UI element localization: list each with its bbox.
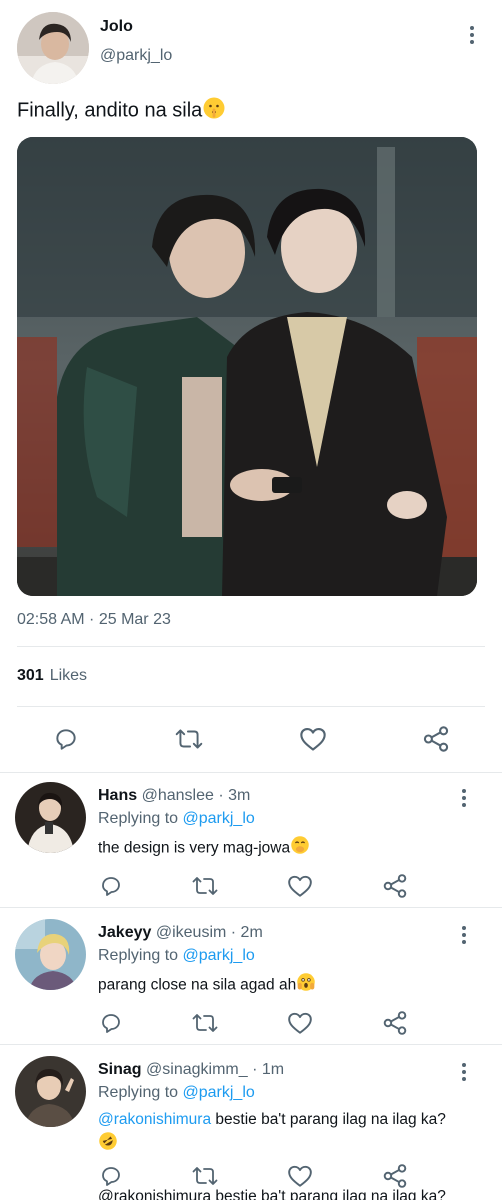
reply-handle-time[interactable]: @hanslee · 3m — [142, 787, 251, 804]
avatar[interactable] — [15, 1056, 86, 1127]
replying-to: Replying to @parkj_lo — [98, 810, 255, 828]
author-handle[interactable]: @parkj_lo — [100, 47, 172, 65]
reply-icon[interactable] — [96, 1161, 126, 1191]
retweet-icon[interactable] — [190, 1161, 220, 1191]
author-avatar[interactable] — [17, 12, 89, 84]
next-reply-cutoff-text: @rakonishimura bestie ba't parang ilag n… — [98, 1188, 446, 1200]
retweet-icon[interactable] — [174, 724, 204, 754]
share-icon[interactable] — [421, 724, 451, 754]
like-heart-icon[interactable] — [298, 724, 328, 754]
reply-actions — [0, 1008, 502, 1038]
reply-author-line: Sinag @sinagkimm_ · 1m — [98, 1061, 284, 1079]
reply-handle-time[interactable]: @sinagkimm_ · 1m — [146, 1061, 284, 1078]
tweet-text-content: Finally, andito na sila — [17, 99, 203, 122]
reply-author-name[interactable]: Jakeyy — [98, 924, 151, 941]
replying-to: Replying to @parkj_lo — [98, 947, 255, 965]
shushing-face-emoji-icon — [202, 96, 226, 126]
more-options-icon[interactable] — [454, 785, 474, 811]
reply-tweet[interactable]: Hans @hanslee · 3m Replying to @parkj_lo… — [0, 773, 502, 908]
reply-author-line: Hans @hanslee · 3m — [98, 787, 250, 805]
reply-handle-time[interactable]: @ikeusim · 2m — [156, 924, 263, 941]
hand-over-mouth-emoji-icon — [290, 835, 310, 862]
replying-to-link[interactable]: @parkj_lo — [183, 810, 255, 827]
reply-actions — [0, 1161, 502, 1191]
like-heart-icon[interactable] — [285, 1161, 315, 1191]
replying-to-link[interactable]: @parkj_lo — [183, 947, 255, 964]
reply-text: the design is very mag-jowa — [98, 835, 478, 862]
screaming-face-emoji-icon — [296, 972, 316, 999]
like-heart-icon[interactable] — [285, 871, 315, 901]
more-options-icon[interactable] — [454, 1059, 474, 1085]
reply-text: parang close na sila agad ah — [98, 972, 478, 999]
replying-prefix: Replying to — [98, 1084, 179, 1101]
reply-icon[interactable] — [51, 724, 81, 754]
tweet-timestamp[interactable]: 02:58 AM · 25 Mar 23 — [17, 611, 171, 629]
more-options-icon[interactable] — [462, 22, 482, 48]
tweet-header: Jolo @parkj_lo — [0, 0, 502, 90]
reply-author-line: Jakeyy @ikeusim · 2m — [98, 924, 263, 942]
reply-text-content: bestie ba't parang ilag na ilag ka? — [211, 1111, 446, 1128]
reply-tweet[interactable]: Sinag @sinagkimm_ · 1m Replying to @park… — [0, 1047, 502, 1197]
divider — [17, 706, 485, 707]
rofl-emoji-icon — [98, 1131, 118, 1158]
like-heart-icon[interactable] — [285, 1008, 315, 1038]
reply-text-content: parang close na sila agad ah — [98, 976, 297, 994]
divider — [0, 1044, 502, 1045]
share-icon[interactable] — [380, 1008, 410, 1038]
retweet-icon[interactable] — [190, 871, 220, 901]
replying-to-link[interactable]: @parkj_lo — [183, 1084, 255, 1101]
likes-number: 301 — [17, 667, 44, 684]
mention-link[interactable]: @rakonishimura — [98, 1111, 211, 1128]
tweet-photo[interactable] — [17, 137, 477, 596]
reply-tweet[interactable]: Jakeyy @ikeusim · 2m Replying to @parkj_… — [0, 910, 502, 1045]
reply-icon[interactable] — [96, 871, 126, 901]
retweet-icon[interactable] — [190, 1008, 220, 1038]
divider — [17, 646, 485, 647]
replying-to: Replying to @parkj_lo — [98, 1084, 255, 1102]
tweet-text: Finally, andito na sila — [17, 96, 226, 126]
tweet-actions — [0, 724, 502, 754]
likes-count[interactable]: 301 Likes — [17, 667, 87, 685]
likes-label: Likes — [49, 667, 88, 684]
author-name[interactable]: Jolo — [100, 18, 133, 36]
reply-author-name[interactable]: Sinag — [98, 1061, 142, 1078]
avatar[interactable] — [15, 919, 86, 990]
replying-prefix: Replying to — [98, 810, 179, 827]
reply-icon[interactable] — [96, 1008, 126, 1038]
replying-prefix: Replying to — [98, 947, 179, 964]
reply-author-name[interactable]: Hans — [98, 787, 137, 804]
divider — [0, 907, 502, 908]
reply-text: @rakonishimura bestie ba't parang ilag n… — [98, 1109, 478, 1158]
share-icon[interactable] — [380, 871, 410, 901]
reply-text-content: the design is very mag-jowa — [98, 839, 291, 857]
share-icon[interactable] — [380, 1161, 410, 1191]
reply-actions — [0, 871, 502, 901]
more-options-icon[interactable] — [454, 922, 474, 948]
avatar[interactable] — [15, 782, 86, 853]
